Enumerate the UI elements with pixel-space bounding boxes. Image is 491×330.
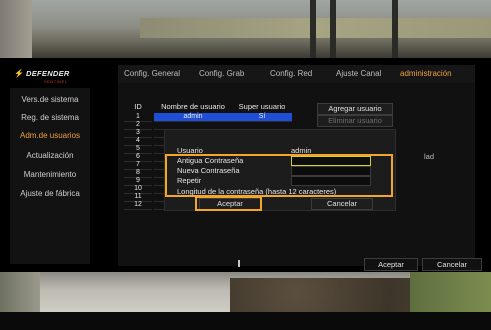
column-header-superuser: Super usuario (238, 102, 286, 111)
brand-name: DEFENDER (26, 69, 70, 78)
table-row[interactable]: 1 admin Sí (124, 113, 292, 122)
tree-trunk (392, 0, 398, 58)
highlight-fields-box (165, 154, 393, 197)
brand-logo: ⚡ DEFENDER SENTINEL (14, 69, 94, 89)
add-user-button[interactable]: Agregar usuario (317, 103, 393, 115)
tab-config-red[interactable]: Config. Red (270, 69, 312, 78)
delete-user-button[interactable]: Eliminar usuario (317, 115, 393, 127)
tab-bar: Config. General Config. Grab Config. Red… (118, 65, 475, 83)
sidebar-item-log[interactable]: Reg. de sistema (10, 113, 90, 122)
sidebar: Vers.de sistema Reg. de sistema Adm.de u… (10, 88, 90, 264)
highlight-accept-box (195, 196, 262, 211)
tree-trunk (310, 0, 316, 58)
sidebar-item-factory-reset[interactable]: Ajuste de fábrica (10, 189, 90, 198)
house-wall (0, 272, 40, 316)
tab-config-grab[interactable]: Config. Grab (199, 69, 244, 78)
sidebar-item-update[interactable]: Actualización (10, 151, 90, 160)
column-header-username: Nombre de usuario (161, 102, 225, 111)
tab-config-general[interactable]: Config. General (124, 69, 180, 78)
brand-tagline: SENTINEL (44, 79, 68, 84)
tab-ajuste-canal[interactable]: Ajuste Canal (336, 69, 381, 78)
bottom-bar (0, 312, 491, 330)
text-cursor (238, 260, 240, 267)
cancel-button[interactable]: Cancelar (422, 258, 482, 271)
dialog-cancel-button[interactable]: Cancelar (311, 198, 373, 210)
tree-trunk (330, 0, 336, 58)
accept-button[interactable]: Aceptar (364, 258, 418, 271)
cell-id: 12 (124, 201, 152, 210)
camera-feed-bottom (0, 272, 491, 316)
table-row[interactable]: 2 (124, 121, 292, 130)
sidebar-item-version[interactable]: Vers.de sistema (10, 95, 90, 104)
sidebar-item-users[interactable]: Adm.de usuarios (10, 131, 90, 140)
house-wall (0, 0, 32, 58)
lawn (410, 272, 491, 316)
clipped-label: lad (424, 152, 435, 161)
bolt-icon: ⚡ (14, 69, 24, 78)
sidebar-item-maintenance[interactable]: Mantenimiento (10, 170, 90, 179)
column-header-id: ID (134, 102, 142, 111)
tab-administracion[interactable]: administración (400, 69, 452, 78)
camera-feed-top (0, 0, 491, 58)
